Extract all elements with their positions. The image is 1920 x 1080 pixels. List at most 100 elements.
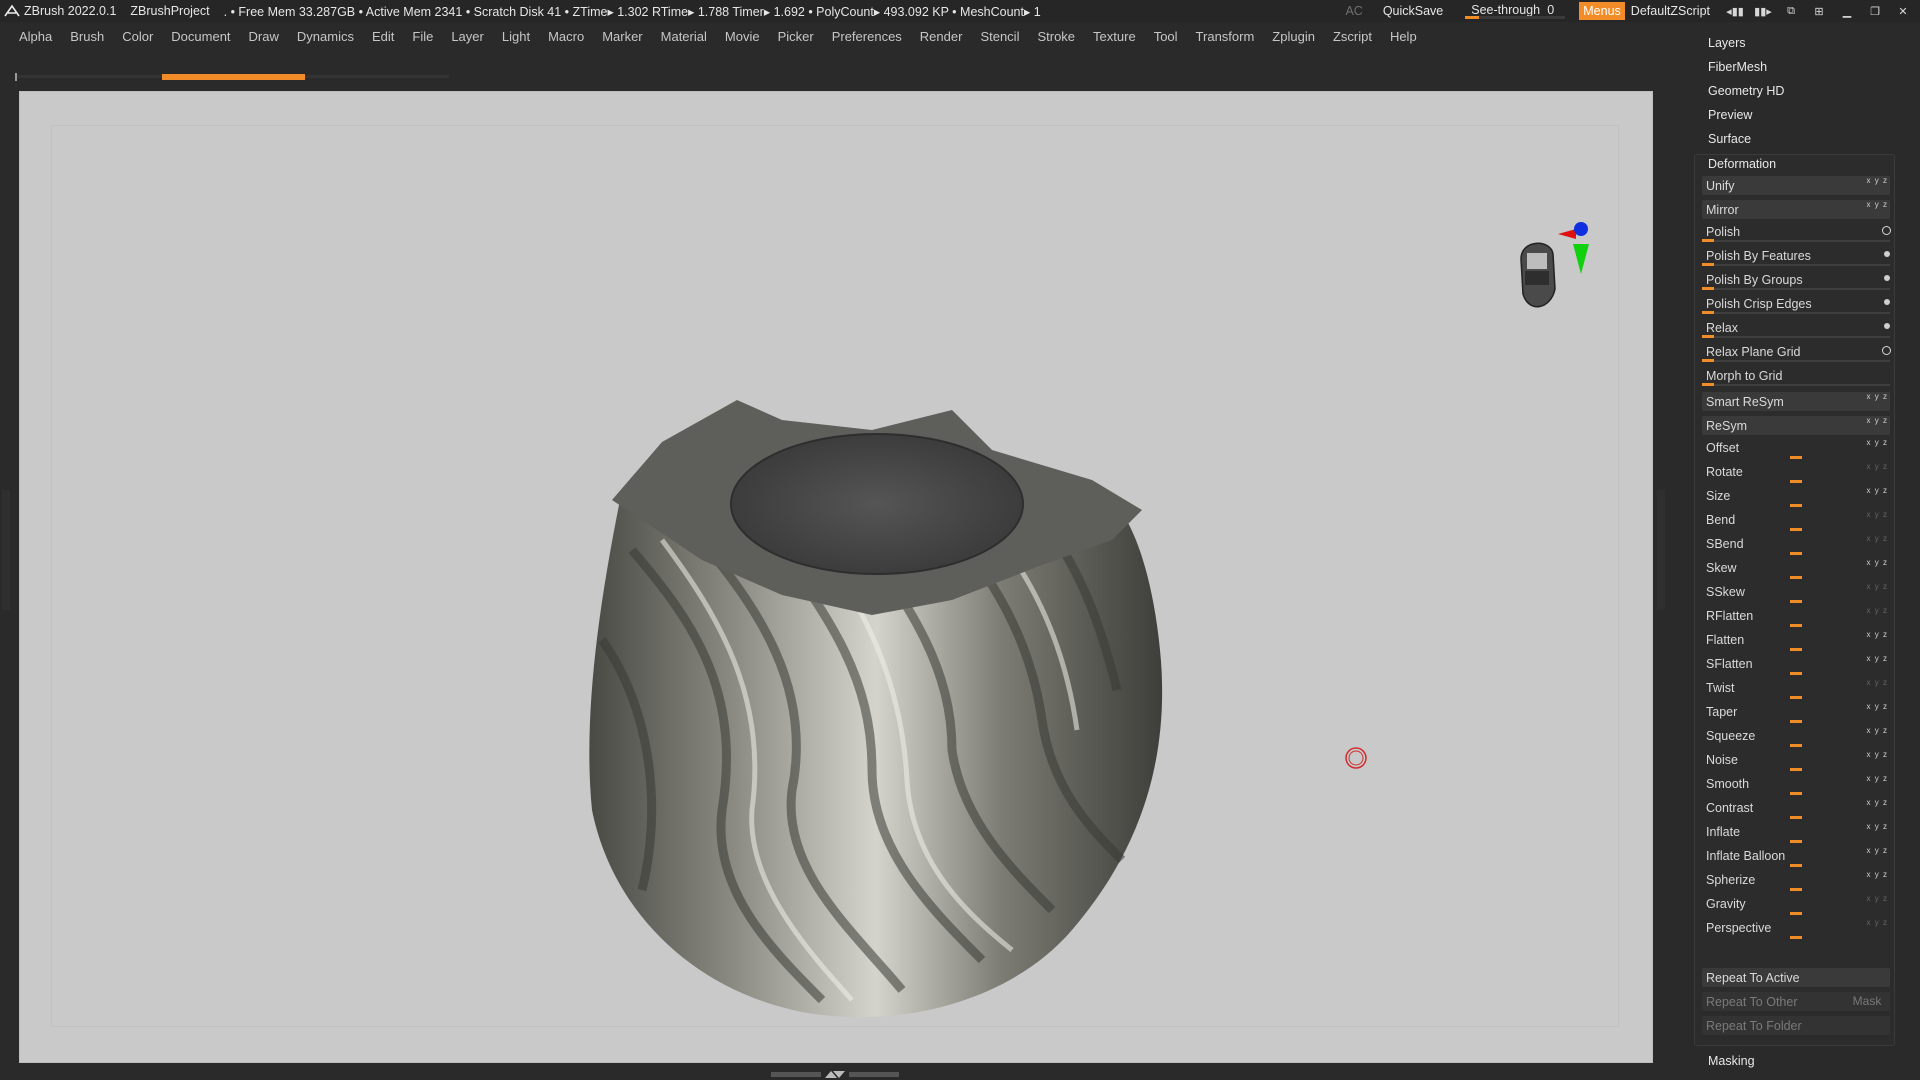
left-tray-handle[interactable] (2, 490, 10, 610)
memory-stats: . • Free Mem 33.287GB • Active Mem 2341 … (223, 4, 1041, 19)
flatten-slider[interactable]: Flatten x y z (1702, 630, 1890, 651)
section-masking[interactable]: Masking (1708, 1054, 1755, 1068)
z-axis-blue-icon (1574, 222, 1588, 236)
section-preview[interactable]: Preview (1708, 108, 1752, 122)
deformation-title[interactable]: Deformation (1708, 157, 1776, 171)
see-through-value: 0 (1547, 3, 1555, 17)
menu-stencil[interactable]: Stencil (980, 29, 1019, 44)
morph-to-grid-slider[interactable]: Morph to Grid (1702, 366, 1890, 386)
gravity-slider[interactable]: Gravity x y z (1702, 894, 1890, 915)
see-through-label: See-through (1471, 3, 1541, 17)
menu-render[interactable]: Render (920, 29, 963, 44)
taper-slider[interactable]: Taper x y z (1702, 702, 1890, 723)
polish-by-groups-slider[interactable]: Polish By Groups (1702, 270, 1890, 290)
section-fibermesh[interactable]: FiberMesh (1708, 60, 1767, 74)
menu-edit[interactable]: Edit (372, 29, 394, 44)
spherize-slider[interactable]: Spherize x y z (1702, 870, 1890, 891)
layout-next-icon[interactable]: ▮▮▸ (1752, 3, 1774, 19)
close-icon[interactable]: ✕ (1892, 3, 1914, 19)
inflate-balloon-slider[interactable]: Inflate Balloon x y z (1702, 846, 1890, 867)
mask-button[interactable]: Mask (1844, 992, 1890, 1011)
canvas-viewport[interactable] (19, 91, 1653, 1063)
menu-macro[interactable]: Macro (548, 29, 584, 44)
ui-layout-icon[interactable]: ⊞ (1808, 3, 1830, 19)
repeat-to-other-button[interactable]: Repeat To Other Mask (1702, 992, 1890, 1011)
section-surface[interactable]: Surface (1708, 132, 1751, 146)
ac-toggle[interactable]: AC (1345, 4, 1362, 18)
menu-transform[interactable]: Transform (1196, 29, 1255, 44)
menu-light[interactable]: Light (502, 29, 530, 44)
menu-movie[interactable]: Movie (725, 29, 760, 44)
app-version: ZBrush 2022.0.1 (24, 4, 117, 18)
menu-tool[interactable]: Tool (1154, 29, 1178, 44)
menu-brush[interactable]: Brush (70, 29, 104, 44)
polish-slider[interactable]: Polish (1702, 222, 1891, 242)
menu-stroke[interactable]: Stroke (1037, 29, 1075, 44)
contrast-slider[interactable]: Contrast x y z (1702, 798, 1890, 819)
menu-marker[interactable]: Marker (602, 29, 642, 44)
rotate-slider[interactable]: Rotate x y z (1702, 462, 1890, 483)
menu-zplugin[interactable]: Zplugin (1272, 29, 1315, 44)
navigation-gizmo[interactable] (1511, 209, 1611, 329)
smooth-slider[interactable]: Smooth x y z (1702, 774, 1890, 795)
menu-dynamics[interactable]: Dynamics (297, 29, 354, 44)
bend-slider[interactable]: Bend x y z (1702, 510, 1890, 531)
smart-resym-button[interactable]: Smart ReSym x y z (1702, 392, 1890, 411)
menu-material[interactable]: Material (661, 29, 707, 44)
zbrush-logo-icon (4, 4, 20, 17)
menu-texture[interactable]: Texture (1093, 29, 1136, 44)
sbend-slider[interactable]: SBend x y z (1702, 534, 1890, 555)
sculpted-vase-model[interactable] (572, 390, 1192, 1030)
polish-crisp-edges-slider[interactable]: Polish Crisp Edges (1702, 294, 1890, 314)
perspective-slider[interactable]: Perspective x y z (1702, 918, 1890, 939)
repeat-to-active-button[interactable]: Repeat To Active (1702, 968, 1890, 987)
project-name[interactable]: ZBrushProject (130, 4, 209, 18)
skew-slider[interactable]: Skew x y z (1702, 558, 1890, 579)
size-slider[interactable]: Size x y z (1702, 486, 1890, 507)
section-layers[interactable]: Layers (1708, 36, 1746, 50)
menu-file[interactable]: File (412, 29, 433, 44)
restore-icon[interactable]: ❐ (1864, 3, 1886, 19)
menu-alpha[interactable]: Alpha (19, 29, 52, 44)
layout-prev-icon[interactable]: ◂▮▮ (1724, 3, 1746, 19)
progress-fill (162, 74, 305, 80)
relax-slider[interactable]: Relax (1702, 318, 1890, 338)
inflate-slider[interactable]: Inflate x y z (1702, 822, 1890, 843)
menu-picker[interactable]: Picker (778, 29, 814, 44)
polish-by-features-slider[interactable]: Polish By Features (1702, 246, 1890, 266)
twist-slider[interactable]: Twist x y z (1702, 678, 1890, 699)
menu-help[interactable]: Help (1390, 29, 1417, 44)
x-axis-red-icon (1558, 229, 1576, 239)
progress-strip (15, 73, 449, 81)
resym-button[interactable]: ReSym x y z (1702, 416, 1890, 435)
deformation-subpalette: Deformation Unify x y z Mirror x y z Polis… (1694, 154, 1895, 1046)
unify-button[interactable]: Unify x y z (1702, 176, 1890, 195)
relax-plane-grid-slider[interactable]: Relax Plane Grid (1702, 342, 1891, 362)
menu-draw[interactable]: Draw (249, 29, 279, 44)
quicksave-button[interactable]: QuickSave (1383, 4, 1443, 18)
default-zscript-button[interactable]: DefaultZScript (1631, 4, 1710, 18)
offset-slider[interactable]: Offset x y z (1702, 438, 1890, 459)
sflatten-slider[interactable]: SFlatten x y z (1702, 654, 1890, 675)
mirror-button[interactable]: Mirror x y z (1702, 200, 1890, 219)
menu-layer[interactable]: Layer (451, 29, 484, 44)
squeeze-slider[interactable]: Squeeze x y z (1702, 726, 1890, 747)
title-bar: ZBrush 2022.0.1 ZBrushProject . • Free M… (0, 0, 1920, 22)
ui-swap-icon[interactable]: ⧉ (1780, 3, 1802, 19)
bottom-tray-handle[interactable] (771, 1070, 899, 1080)
repeat-to-folder-button[interactable]: Repeat To Folder (1702, 1016, 1890, 1035)
menus-button[interactable]: Menus (1579, 2, 1625, 20)
minimize-icon[interactable]: ▁ (1836, 3, 1858, 19)
section-geometry-hd[interactable]: Geometry HD (1708, 84, 1784, 98)
see-through-slider[interactable]: See-through 0 (1465, 2, 1566, 20)
noise-slider[interactable]: Noise x y z (1702, 750, 1890, 771)
menu-color[interactable]: Color (122, 29, 153, 44)
menu-preferences[interactable]: Preferences (832, 29, 902, 44)
brush-cursor-icon (1345, 747, 1367, 769)
menu-bar: Alpha Brush Color Document Draw Dynamics… (0, 24, 1417, 48)
menu-zscript[interactable]: Zscript (1333, 29, 1372, 44)
right-tray-handle[interactable] (1657, 490, 1665, 610)
menu-document[interactable]: Document (171, 29, 230, 44)
sskew-slider[interactable]: SSkew x y z (1702, 582, 1890, 603)
rflatten-slider[interactable]: RFlatten x y z (1702, 606, 1890, 627)
